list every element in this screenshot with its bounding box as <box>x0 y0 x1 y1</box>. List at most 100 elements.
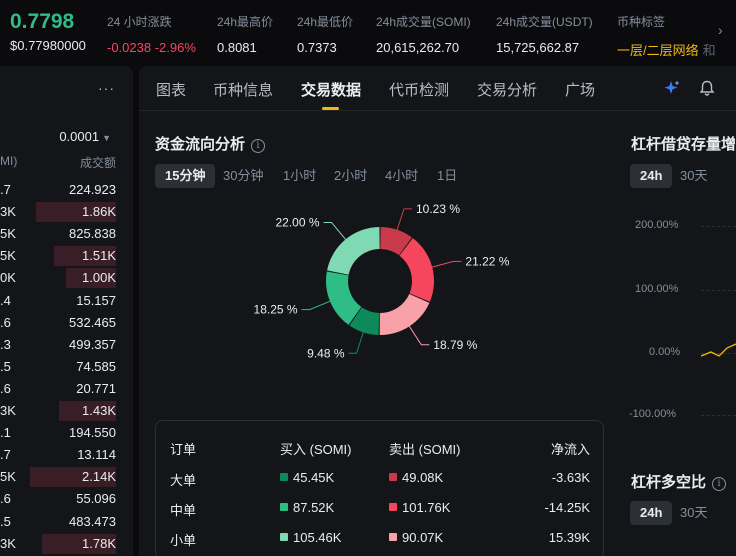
tab-chart[interactable]: 图表 <box>156 79 186 100</box>
stat-value: 0.7373 <box>297 40 337 55</box>
orderbook-row[interactable]: 5K 1.51K <box>0 245 133 267</box>
row-turnover: 20.771 <box>76 380 116 396</box>
stat-value: 15,725,662.87 <box>496 40 580 55</box>
order-type: 大单 <box>170 470 196 489</box>
interval-2h[interactable]: 2小时 <box>324 164 377 188</box>
col-buy: 买入 (SOMI) <box>280 442 352 457</box>
row-turnover: 1.86K <box>82 204 116 220</box>
info-icon[interactable]: i <box>712 477 727 491</box>
tab-coin-info[interactable]: 币种信息 <box>213 79 273 100</box>
orderbook-row[interactable]: .3 499.357 <box>0 334 133 356</box>
net-inflow-text: -14.25K <box>544 500 590 515</box>
precision-select[interactable]: 0.0001 ▼ <box>59 129 111 144</box>
orderbook-row[interactable]: .4 15.157 <box>0 290 133 312</box>
buy-amount: 45.45K <box>280 470 334 485</box>
interval-1d[interactable]: 1日 <box>427 164 467 188</box>
row-amount: .6 <box>0 491 11 507</box>
row-amount: .6 <box>0 314 11 330</box>
col-order: 订单 <box>170 442 197 457</box>
orderbook-row[interactable]: 3K 1.78K <box>0 533 133 555</box>
tab-token-check[interactable]: 代币检测 <box>389 79 449 100</box>
interval-30m[interactable]: 30分钟 <box>213 164 273 188</box>
orderbook-row[interactable]: 5K 2.14K <box>0 466 133 488</box>
row-amount: 0K <box>0 270 16 286</box>
bell-icon[interactable] <box>698 79 716 97</box>
tab-trading-data[interactable]: 交易数据 <box>301 79 361 100</box>
legend-swatch <box>280 503 288 511</box>
donut-slice <box>399 238 434 302</box>
margin-period-30d[interactable]: 30天 <box>670 164 717 188</box>
buy-amount-text: 45.45K <box>293 470 335 485</box>
order-type-text: 小单 <box>170 533 197 548</box>
donut-leader-line <box>301 300 333 311</box>
orderbook-row[interactable]: .5 483.473 <box>0 511 133 533</box>
stat-24h-low: 24h最低价 0.7373 <box>297 13 353 55</box>
row-amount: .5 <box>0 513 11 529</box>
margin-period-24h[interactable]: 24h <box>630 164 673 188</box>
ls-period-24h[interactable]: 24h <box>630 501 673 525</box>
row-turnover: 532.465 <box>69 314 116 330</box>
orderbook-row[interactable]: .6 20.771 <box>0 378 133 400</box>
y-tick: 0.00% <box>649 346 681 358</box>
orderbook-row[interactable]: .7 13.114 <box>0 444 133 466</box>
tab-square[interactable]: 广场 <box>565 79 595 100</box>
more-dots-icon[interactable]: ··· <box>98 80 115 96</box>
stat-value: 20,615,262.70 <box>376 40 460 55</box>
last-price: 0.7798 <box>10 10 75 33</box>
orderbook-row[interactable]: .6 55.096 <box>0 488 133 510</box>
interval-4h[interactable]: 4小时 <box>375 164 428 188</box>
stat-coin-tag[interactable]: 币种标签 一层/二层网络和 <box>617 13 717 59</box>
orderbook-row[interactable]: 5K 825.838 <box>0 223 133 245</box>
order-type-text: 中单 <box>170 503 197 518</box>
row-amount: .3 <box>0 336 11 352</box>
orderbook-row[interactable]: 3K 1.86K <box>0 201 133 223</box>
orderbook-row[interactable]: 0K 1.00K <box>0 267 133 289</box>
net-inflow: -3.63K <box>552 470 590 485</box>
donut-leader-line <box>323 221 348 242</box>
interval-15m[interactable]: 15分钟 <box>155 164 216 188</box>
gridline <box>701 415 736 416</box>
ls-period-30d[interactable]: 30天 <box>670 501 717 525</box>
donut-leader-line <box>407 324 430 346</box>
donut-slice-label: 18.79 % <box>433 338 477 352</box>
row-turnover: 1.78K <box>82 535 116 551</box>
row-amount: 3K <box>0 403 16 418</box>
fund-flow-table: 订单 买入 (SOMI) 卖出 (SOMI) 净流入 大单 45.45K 49.08… <box>155 420 604 556</box>
orderbook-row[interactable]: .7 224.923 <box>0 179 133 201</box>
sell-amount-text: 101.76K <box>402 500 451 515</box>
col-net: 净流入 <box>550 442 590 457</box>
orderbook-row[interactable]: .5 74.585 <box>0 356 133 378</box>
tab-bar: 图表 币种信息 交易数据 代币检测 交易分析 广场 <box>139 66 736 111</box>
coin-tag-link[interactable]: 一层/二层网络和 <box>617 40 717 59</box>
chevron-right-icon[interactable]: › <box>718 22 723 38</box>
legend-swatch <box>389 533 397 541</box>
orderbook-row[interactable]: .1 194.550 <box>0 422 133 444</box>
legend-swatch <box>389 503 397 511</box>
margin-loan-line <box>701 343 736 357</box>
stat-label: 24h成交量(SOMI) <box>376 15 471 29</box>
gridline <box>701 226 736 227</box>
row-turnover: 13.114 <box>77 447 116 463</box>
orderbook-row[interactable]: 3K 1.43K <box>0 400 133 422</box>
row-turnover: 74.585 <box>76 358 116 374</box>
net-inflow: -14.25K <box>544 500 590 515</box>
donut-leader-line <box>348 330 365 354</box>
sell-amount: 90.07K <box>389 530 443 545</box>
row-amount: .4 <box>0 292 11 308</box>
interval-1h[interactable]: 1小时 <box>273 164 326 188</box>
stat-label: 24 小时涨跌 <box>107 15 172 29</box>
ticker-bar: 0.7798 $0.77980000 24 小时涨跌 -0.0238 -2.96… <box>0 0 736 62</box>
stat-24h-change: 24 小时涨跌 -0.0238 -2.96% <box>107 13 196 55</box>
sparkle-icon[interactable] <box>663 79 681 97</box>
row-turnover: 224.923 <box>69 182 116 197</box>
y-tick: -100.00% <box>629 408 677 420</box>
row-amount: .1 <box>0 425 11 441</box>
info-icon[interactable]: i <box>251 139 266 153</box>
buy-amount-text: 87.52K <box>293 500 335 515</box>
row-amount: .5 <box>0 358 11 374</box>
order-type: 中单 <box>170 500 196 519</box>
tab-trade-analysis[interactable]: 交易分析 <box>477 79 537 100</box>
sell-amount: 49.08K <box>389 470 443 485</box>
active-tab-indicator <box>322 107 339 110</box>
orderbook-row[interactable]: .6 532.465 <box>0 312 133 334</box>
